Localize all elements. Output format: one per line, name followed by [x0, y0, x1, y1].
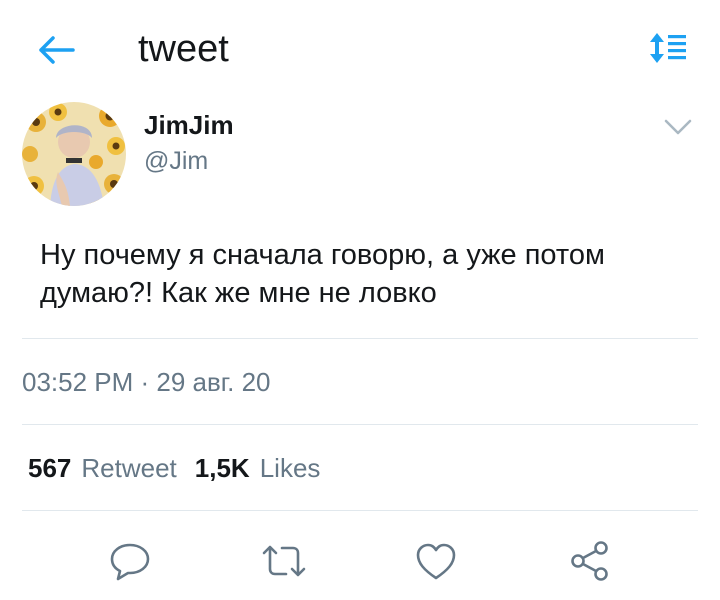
page-title: tweet [138, 28, 229, 70]
retweet-icon [260, 539, 308, 583]
retweets-count[interactable]: 567 [28, 452, 71, 484]
like-icon [414, 540, 458, 582]
back-button[interactable] [34, 30, 80, 70]
retweets-label[interactable]: Retweet [81, 452, 176, 484]
author-handle[interactable]: @Jim [144, 146, 208, 176]
likes-count[interactable]: 1,5K [195, 452, 250, 484]
app-header: tweet [0, 0, 720, 96]
likes-label[interactable]: Likes [260, 452, 321, 484]
retweet-button[interactable] [258, 536, 310, 586]
tweet-timestamp[interactable]: 03:52 PM · 29 авг. 20 [22, 366, 271, 398]
divider [22, 510, 698, 511]
tweet-stats: 567 Retweet 1,5K Likes [28, 452, 320, 484]
like-button[interactable] [410, 536, 462, 586]
sort-list-icon [648, 31, 688, 65]
sort-button[interactable] [646, 28, 690, 68]
share-icon [568, 539, 612, 583]
chevron-down-icon [664, 118, 692, 136]
avatar[interactable] [22, 102, 126, 206]
arrow-left-icon [37, 35, 77, 65]
divider [22, 424, 698, 425]
reply-icon [108, 539, 152, 583]
reply-button[interactable] [104, 536, 156, 586]
divider [22, 338, 698, 339]
author-display-name[interactable]: JimJim [144, 110, 234, 140]
tweet-text: Ну почему я сначала говорю, а уже потом … [40, 239, 605, 309]
tweet-menu-button[interactable] [658, 112, 698, 142]
share-button[interactable] [564, 536, 616, 586]
